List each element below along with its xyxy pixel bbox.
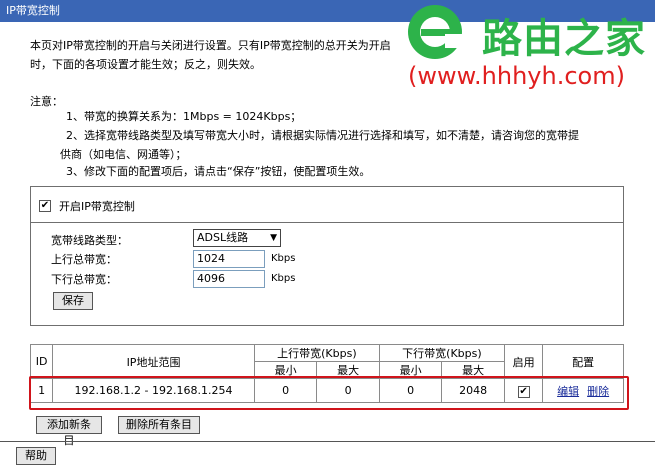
up-unit: Kbps (271, 253, 296, 264)
note-item: 3、修改下面的配置项后，请点击“保存”按钮，使配置项生效。 (66, 165, 371, 178)
col-config: 配置 (542, 344, 624, 379)
line-type-select[interactable]: ADSL线路 ▼ (193, 229, 281, 247)
line-type-label: 宽带线路类型： (51, 234, 128, 247)
note-item: 2、选择宽带线路类型及填写带宽大小时，请根据实际情况进行选择和填写，如不清楚，请… (66, 129, 579, 142)
note-item: 供商（如电信、网通等）； (60, 148, 187, 161)
dropdown-arrow-icon: ▼ (270, 233, 277, 243)
col-up: 上行带宽(Kbps) (253, 344, 380, 362)
help-button[interactable]: 帮助 (16, 447, 56, 465)
divider (0, 441, 655, 442)
delete-all-button[interactable]: 删除所有条目 (118, 416, 200, 434)
up-bandwidth-label: 上行总带宽： (51, 253, 117, 266)
col-enable: 启用 (503, 344, 544, 379)
col-ip-range: IP地址范围 (52, 344, 255, 379)
down-bandwidth-input[interactable]: 4096 (193, 270, 265, 288)
watermark: 路由之家 (www.hhhyh.com) (400, 0, 655, 100)
enable-label: 开启IP带宽控制 (59, 200, 135, 213)
line-type-value: ADSL线路 (197, 231, 249, 244)
enable-row: ✔ 开启IP带宽控制 (39, 198, 135, 214)
row-highlight (29, 376, 629, 410)
watermark-name: 路由之家 (482, 16, 646, 62)
up-bandwidth-input[interactable]: 1024 (193, 250, 265, 268)
divider (31, 222, 623, 223)
note-label: 注意： (30, 95, 63, 108)
watermark-url: (www.hhhyh.com) (408, 62, 625, 90)
save-button[interactable]: 保存 (53, 292, 93, 310)
col-down: 下行带宽(Kbps) (378, 344, 505, 362)
enable-checkbox[interactable]: ✔ (39, 200, 51, 212)
col-id: ID (29, 344, 54, 379)
add-entry-button[interactable]: 添加新条目 (36, 416, 102, 447)
note-item: 1、带宽的换算关系为：1Mbps = 1024Kbps； (66, 110, 302, 123)
settings-panel: ✔ 开启IP带宽控制 宽带线路类型： ADSL线路 ▼ 上行总带宽： 1024 … (30, 186, 624, 326)
down-bandwidth-label: 下行总带宽： (51, 273, 117, 286)
down-unit: Kbps (271, 273, 296, 284)
intro-text: 本页对IP带宽控制的开启与关闭进行设置。只有IP带宽控制的总开关为开启时，下面的… (30, 39, 391, 71)
watermark-logo-icon (408, 5, 465, 59)
